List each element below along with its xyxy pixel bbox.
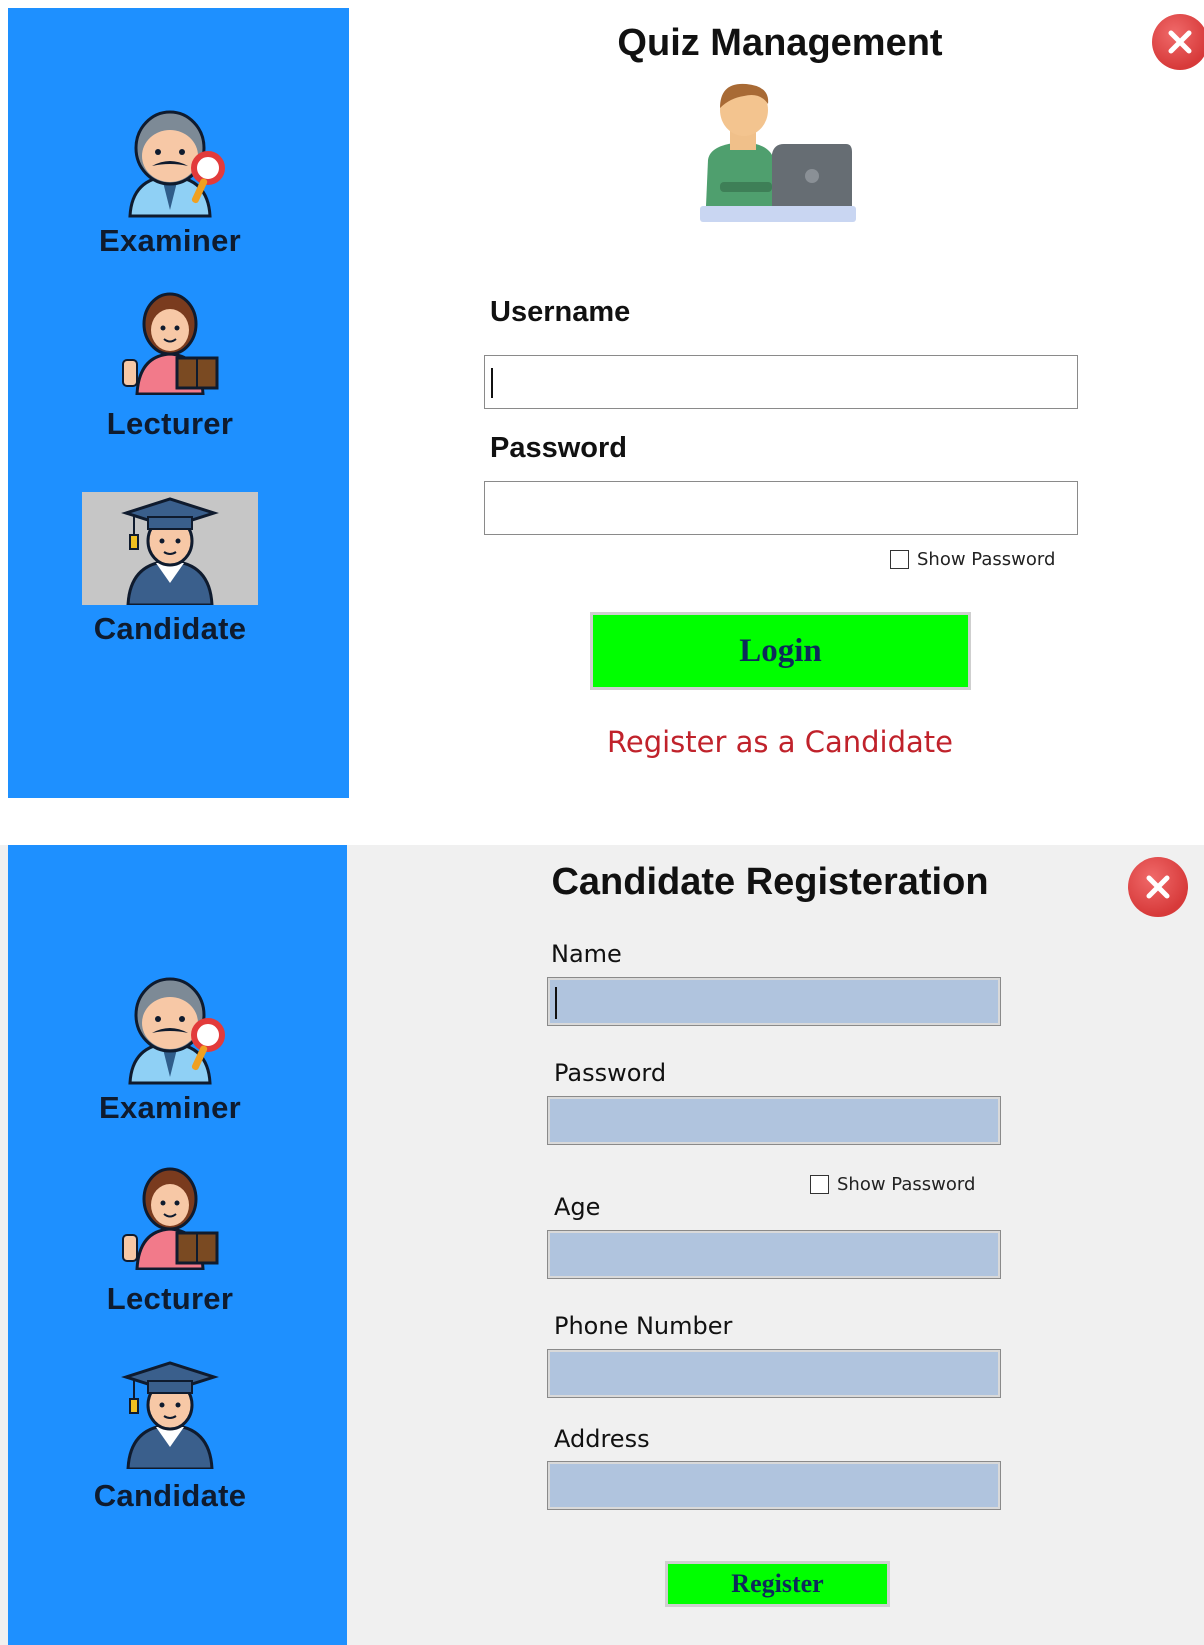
phone-label: Phone Number	[554, 1312, 733, 1340]
examiner-icon	[128, 977, 225, 1085]
show-password-checkbox[interactable]	[810, 1175, 829, 1194]
name-input[interactable]	[547, 977, 1001, 1026]
register-candidate-link[interactable]: Register as a Candidate	[560, 725, 1000, 759]
address-label: Address	[554, 1425, 650, 1453]
candidate-icon	[121, 1361, 219, 1471]
show-password-label: Show Password	[837, 1174, 976, 1195]
close-icon	[1146, 875, 1170, 899]
age-label: Age	[554, 1193, 601, 1221]
show-password-toggle[interactable]: Show Password	[890, 549, 1055, 570]
sidebar-item-label: Examiner	[99, 223, 241, 258]
show-password-checkbox[interactable]	[890, 550, 909, 569]
page-title: Quiz Management	[617, 22, 943, 64]
sidebar-item-candidate[interactable]: Candidate	[0, 1357, 340, 1514]
lecturer-icon	[122, 292, 219, 396]
show-password-label: Show Password	[917, 549, 1056, 570]
login-button[interactable]: Login	[590, 612, 971, 690]
user-laptop-icon	[700, 83, 856, 222]
sidebar-item-lecturer[interactable]: Lecturer	[0, 1165, 340, 1317]
sidebar-item-examiner[interactable]: Examiner	[0, 98, 340, 259]
text-caret	[555, 987, 557, 1019]
examiner-icon	[128, 110, 225, 218]
age-input[interactable]	[547, 1230, 1001, 1279]
password-label: Password	[490, 432, 627, 464]
text-caret	[491, 368, 493, 398]
phone-input[interactable]	[547, 1349, 1001, 1398]
close-button[interactable]	[1152, 14, 1204, 70]
sidebar-item-label: Candidate	[93, 1478, 247, 1513]
sidebar-item-label: Lecturer	[106, 1281, 234, 1316]
sidebar-item-examiner[interactable]: Examiner	[0, 965, 340, 1126]
address-input[interactable]	[547, 1461, 1001, 1510]
register-button[interactable]: Register	[665, 1561, 890, 1607]
sidebar-item-label: Lecturer	[106, 406, 234, 441]
lecturer-icon	[122, 1167, 219, 1271]
username-input[interactable]	[484, 355, 1078, 409]
registration-window: Examiner Lecturer Candidate Candidate Re…	[0, 845, 1204, 1645]
sidebar-item-lecturer[interactable]: Lecturer	[0, 290, 340, 442]
sidebar-item-candidate[interactable]: Candidate	[0, 492, 340, 647]
login-window: Examiner Lecturer Candidate Quiz Managem…	[0, 0, 1204, 805]
password-input[interactable]	[484, 481, 1078, 535]
page-title: Candidate Registeration	[551, 861, 989, 903]
close-icon	[1168, 30, 1192, 54]
selected-highlight	[82, 492, 258, 605]
sidebar-item-label: Candidate	[93, 611, 247, 646]
name-label: Name	[551, 940, 622, 968]
show-password-toggle[interactable]: Show Password	[810, 1174, 975, 1195]
sidebar-item-label: Examiner	[99, 1090, 241, 1125]
password-label: Password	[554, 1059, 667, 1087]
candidate-icon	[121, 497, 219, 605]
close-button[interactable]	[1128, 857, 1188, 917]
username-label: Username	[490, 296, 631, 328]
password-input[interactable]	[547, 1096, 1001, 1145]
